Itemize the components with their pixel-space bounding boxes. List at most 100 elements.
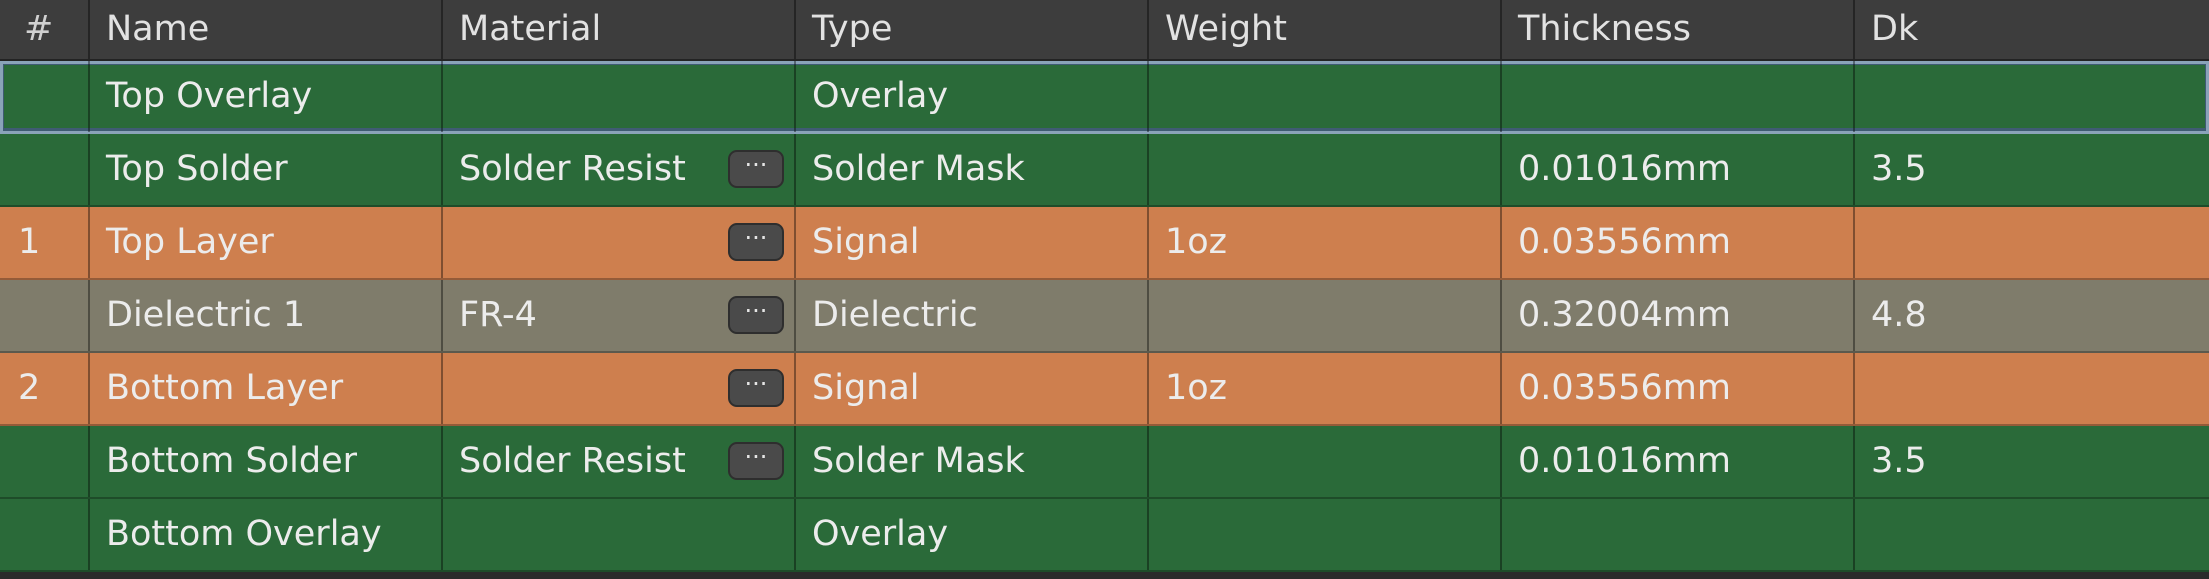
- layer-weight-cell[interactable]: [1149, 426, 1502, 497]
- layer-thickness-cell[interactable]: [1502, 499, 1855, 570]
- layer-type-cell[interactable]: Signal: [796, 207, 1149, 278]
- layer-thickness-cell[interactable]: 0.03556mm: [1502, 353, 1855, 424]
- table-row[interactable]: Top Overlay Overlay: [0, 61, 2209, 134]
- layer-type: Solder Mask: [812, 149, 1025, 189]
- layer-thickness-cell[interactable]: 0.01016mm: [1502, 134, 1855, 205]
- layer-name: Bottom Solder: [106, 441, 357, 481]
- layer-name-cell[interactable]: Dielectric 1: [90, 280, 443, 351]
- layer-name: Top Layer: [106, 222, 274, 262]
- table-row[interactable]: Top Solder Solder Resist ··· Solder Mask 0.0…: [0, 134, 2209, 207]
- layer-material-cell[interactable]: Solder Resist ···: [443, 426, 796, 497]
- layer-number: 1: [18, 222, 41, 262]
- layer-material-cell[interactable]: Solder Resist ···: [443, 134, 796, 205]
- layer-weight-cell[interactable]: [1149, 280, 1502, 351]
- table-row[interactable]: 1 Top Layer ··· Signal 1oz 0.03556mm: [0, 207, 2209, 280]
- layer-type: Dielectric: [812, 295, 978, 335]
- layer-stack-table: # Name Material Type Weight Thickness Dk…: [0, 0, 2209, 579]
- layer-name: Top Overlay: [106, 76, 313, 116]
- layer-type-cell[interactable]: Solder Mask: [796, 134, 1149, 205]
- column-header-type[interactable]: Type: [796, 0, 1149, 59]
- layer-dk: 3.5: [1871, 441, 1927, 481]
- layer-dk-cell[interactable]: 4.8: [1855, 280, 2209, 351]
- layer-type-cell[interactable]: Solder Mask: [796, 426, 1149, 497]
- layer-weight-cell[interactable]: 1oz: [1149, 207, 1502, 278]
- layer-thickness: 0.03556mm: [1518, 222, 1731, 262]
- table-row[interactable]: 2 Bottom Layer ··· Signal 1oz 0.03556mm: [0, 353, 2209, 426]
- layer-thickness: 0.01016mm: [1518, 441, 1731, 481]
- layer-name: Dielectric 1: [106, 295, 306, 335]
- layer-dk: 3.5: [1871, 149, 1927, 189]
- layer-dk-cell[interactable]: [1855, 207, 2209, 278]
- layer-weight-cell[interactable]: [1149, 61, 1502, 132]
- layer-thickness-cell[interactable]: 0.32004mm: [1502, 280, 1855, 351]
- layer-number-cell[interactable]: 2: [0, 353, 90, 424]
- layer-type: Overlay: [812, 514, 949, 554]
- layer-name: Bottom Overlay: [106, 514, 382, 554]
- layer-thickness: 0.03556mm: [1518, 368, 1731, 408]
- layer-number-cell[interactable]: [0, 61, 90, 132]
- layer-weight: 1oz: [1165, 222, 1228, 262]
- table-row[interactable]: Dielectric 1 FR-4 ··· Dielectric 0.32004mm 4.…: [0, 280, 2209, 353]
- layer-type: Signal: [812, 222, 920, 262]
- material-browse-button[interactable]: ···: [728, 296, 784, 334]
- column-header-material[interactable]: Material: [443, 0, 796, 59]
- layer-number-cell[interactable]: 1: [0, 207, 90, 278]
- layer-type-cell[interactable]: Overlay: [796, 61, 1149, 132]
- layer-dk-cell[interactable]: 3.5: [1855, 426, 2209, 497]
- layer-name-cell[interactable]: Top Solder: [90, 134, 443, 205]
- layer-thickness: 0.01016mm: [1518, 149, 1731, 189]
- table-body: Top Overlay Overlay Top Solder Solder Resis…: [0, 61, 2209, 572]
- material-browse-button[interactable]: ···: [728, 442, 784, 480]
- layer-name-cell[interactable]: Bottom Overlay: [90, 499, 443, 570]
- column-header-name[interactable]: Name: [90, 0, 443, 59]
- column-header-dk[interactable]: Dk: [1855, 0, 2209, 59]
- layer-name-cell[interactable]: Bottom Solder: [90, 426, 443, 497]
- layer-dk-cell[interactable]: [1855, 353, 2209, 424]
- table-header: # Name Material Type Weight Thickness Dk: [0, 0, 2209, 61]
- table-row[interactable]: Bottom Overlay Overlay: [0, 499, 2209, 572]
- layer-type: Solder Mask: [812, 441, 1025, 481]
- layer-material-cell[interactable]: [443, 499, 796, 570]
- layer-number-cell[interactable]: [0, 426, 90, 497]
- layer-dk-cell[interactable]: 3.5: [1855, 134, 2209, 205]
- column-header-thickness[interactable]: Thickness: [1502, 0, 1855, 59]
- layer-weight-cell[interactable]: [1149, 134, 1502, 205]
- layer-material-cell[interactable]: ···: [443, 207, 796, 278]
- layer-name: Bottom Layer: [106, 368, 344, 408]
- layer-name-cell[interactable]: Bottom Layer: [90, 353, 443, 424]
- table-row[interactable]: Bottom Solder Solder Resist ··· Solder Mask…: [0, 426, 2209, 499]
- layer-thickness: 0.32004mm: [1518, 295, 1731, 335]
- layer-type: Signal: [812, 368, 920, 408]
- layer-number-cell[interactable]: [0, 134, 90, 205]
- layer-number: 2: [18, 368, 41, 408]
- material-browse-button[interactable]: ···: [728, 369, 784, 407]
- layer-number-cell[interactable]: [0, 280, 90, 351]
- material-browse-button[interactable]: ···: [728, 223, 784, 261]
- layer-material: Solder Resist: [459, 441, 686, 481]
- layer-name-cell[interactable]: Top Overlay: [90, 61, 443, 132]
- layer-dk-cell[interactable]: [1855, 499, 2209, 570]
- layer-thickness-cell[interactable]: [1502, 61, 1855, 132]
- layer-type: Overlay: [812, 76, 949, 116]
- layer-weight-cell[interactable]: 1oz: [1149, 353, 1502, 424]
- layer-type-cell[interactable]: Signal: [796, 353, 1149, 424]
- layer-material-cell[interactable]: [443, 61, 796, 132]
- layer-dk-cell[interactable]: [1855, 61, 2209, 132]
- layer-name-cell[interactable]: Top Layer: [90, 207, 443, 278]
- column-header-weight[interactable]: Weight: [1149, 0, 1502, 59]
- layer-dk: 4.8: [1871, 295, 1927, 335]
- layer-type-cell[interactable]: Overlay: [796, 499, 1149, 570]
- layer-material-cell[interactable]: ···: [443, 353, 796, 424]
- layer-number-cell[interactable]: [0, 499, 90, 570]
- layer-thickness-cell[interactable]: 0.03556mm: [1502, 207, 1855, 278]
- layer-thickness-cell[interactable]: 0.01016mm: [1502, 426, 1855, 497]
- layer-material: Solder Resist: [459, 149, 686, 189]
- layer-weight: 1oz: [1165, 368, 1228, 408]
- layer-name: Top Solder: [106, 149, 288, 189]
- layer-weight-cell[interactable]: [1149, 499, 1502, 570]
- layer-type-cell[interactable]: Dielectric: [796, 280, 1149, 351]
- material-browse-button[interactable]: ···: [728, 150, 784, 188]
- layer-material: FR-4: [459, 295, 537, 335]
- column-header-number[interactable]: #: [0, 0, 90, 59]
- layer-material-cell[interactable]: FR-4 ···: [443, 280, 796, 351]
